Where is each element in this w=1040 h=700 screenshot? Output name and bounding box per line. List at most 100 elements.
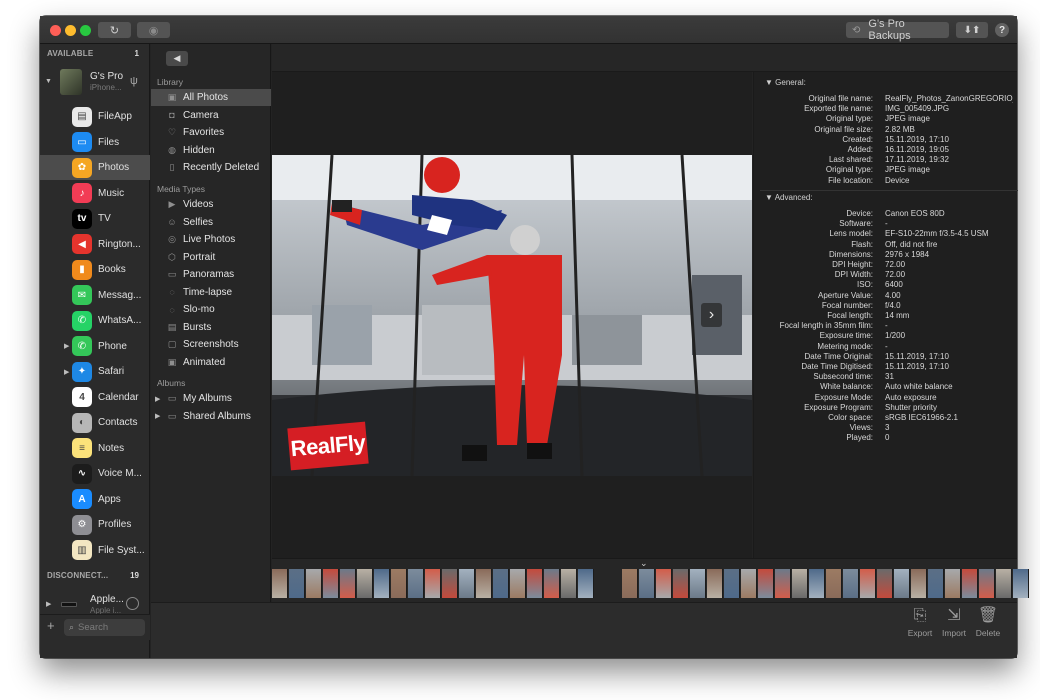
- history-icon[interactable]: [126, 597, 139, 610]
- delete-button[interactable]: 🗑 Delete: [972, 607, 1004, 643]
- disclosure-triangle-icon[interactable]: ▶: [64, 342, 69, 350]
- filmstrip-thumbnail[interactable]: [996, 569, 1012, 598]
- filmstrip-thumbnail[interactable]: [527, 569, 543, 598]
- sidebar-item-messag[interactable]: ✉ Messag...: [40, 283, 150, 308]
- minimize-window-button[interactable]: [65, 25, 76, 36]
- filmstrip-thumbnail[interactable]: [1013, 569, 1029, 598]
- filmstrip-thumbnail[interactable]: [323, 569, 339, 598]
- sidebar-item-music[interactable]: ♪ Music: [40, 181, 150, 206]
- sidebar-item-voice-m[interactable]: ∿ Voice M...: [40, 461, 150, 486]
- close-window-button[interactable]: [50, 25, 61, 36]
- library-item-videos[interactable]: ▶ Videos: [151, 196, 271, 213]
- filmstrip-thumbnail[interactable]: [809, 569, 825, 598]
- library-item-panoramas[interactable]: ▭ Panoramas: [151, 266, 271, 283]
- filmstrip-thumbnail[interactable]: [340, 569, 356, 598]
- library-item-screenshots[interactable]: ▢ Screenshots: [151, 336, 271, 353]
- filmstrip-thumbnail[interactable]: [724, 569, 740, 598]
- filmstrip-thumbnail[interactable]: [544, 569, 560, 598]
- disclosure-triangle-icon[interactable]: ▼: [45, 78, 52, 85]
- add-icon[interactable]: +: [47, 618, 55, 633]
- filmstrip-thumbnail[interactable]: [928, 569, 944, 598]
- filmstrip-thumbnail[interactable]: [622, 569, 638, 598]
- export-button[interactable]: ⎘ Export: [904, 607, 936, 643]
- filmstrip-thumbnail[interactable]: [578, 569, 594, 598]
- library-item-bursts[interactable]: ▤ Bursts: [151, 319, 271, 336]
- library-item-live-photos[interactable]: ◎ Live Photos: [151, 231, 271, 248]
- filmstrip-thumbnail[interactable]: [408, 569, 424, 598]
- refresh-button[interactable]: ↻: [98, 22, 131, 38]
- filmstrip-thumbnail[interactable]: [272, 569, 288, 598]
- sidebar-item-profiles[interactable]: ⚙ Profiles: [40, 512, 150, 537]
- preview-toggle-button[interactable]: ◉: [137, 22, 170, 38]
- sidebar-item-safari[interactable]: ▶ ✦ Safari: [40, 359, 150, 384]
- disclosure-triangle-icon[interactable]: ▶: [155, 395, 160, 403]
- maximize-window-button[interactable]: [80, 25, 91, 36]
- filmstrip-thumbnail[interactable]: [459, 569, 475, 598]
- filmstrip-thumbnail[interactable]: [289, 569, 305, 598]
- next-photo-button[interactable]: ›: [701, 303, 722, 327]
- backups-button[interactable]: ⟲ G's Pro Backups: [846, 18, 949, 42]
- library-item-animated[interactable]: ▣ Animated: [151, 354, 271, 371]
- filmstrip-thumbnail[interactable]: [843, 569, 859, 598]
- filmstrip-thumbnail[interactable]: [911, 569, 927, 598]
- sidebar-item-rington[interactable]: ◀ Rington...: [40, 232, 150, 257]
- filmstrip-thumbnail[interactable]: [758, 569, 774, 598]
- help-button[interactable]: ?: [995, 23, 1009, 37]
- filmstrip-thumbnail[interactable]: [425, 569, 441, 598]
- filmstrip-thumbnail[interactable]: [476, 569, 492, 598]
- library-item-time-lapse[interactable]: ◌ Time-lapse: [151, 284, 271, 301]
- sidebar-item-notes[interactable]: ≡ Notes: [40, 436, 150, 461]
- disclosure-triangle-icon[interactable]: ▶: [64, 368, 69, 376]
- sidebar-item-phone[interactable]: ▶ ✆ Phone: [40, 334, 150, 359]
- sidebar-item-file-syst[interactable]: ▥ File Syst...: [40, 538, 150, 563]
- filmstrip-thumbnail[interactable]: [860, 569, 876, 598]
- search-input[interactable]: [78, 622, 139, 633]
- library-item-hidden[interactable]: ◍ Hidden: [151, 142, 271, 159]
- advanced-heading[interactable]: ▼ Advanced:: [765, 193, 813, 202]
- filmstrip-thumbnail[interactable]: [391, 569, 407, 598]
- filmstrip-thumbnail[interactable]: [775, 569, 791, 598]
- import-button[interactable]: ⇲ Import: [938, 607, 970, 643]
- filmstrip-thumbnail[interactable]: [894, 569, 910, 598]
- library-item-portrait[interactable]: ⬡ Portrait: [151, 249, 271, 266]
- filmstrip-thumbnail[interactable]: [493, 569, 509, 598]
- filmstrip-thumbnail[interactable]: [979, 569, 995, 598]
- filmstrip-thumbnail[interactable]: [673, 569, 689, 598]
- filmstrip-thumbnail[interactable]: [945, 569, 961, 598]
- back-button[interactable]: ◀: [166, 51, 188, 66]
- search-box[interactable]: ⌕: [64, 619, 145, 636]
- library-item-my-albums[interactable]: ▶ ▭ My Albums: [151, 390, 271, 407]
- filmstrip-thumbnail[interactable]: [741, 569, 757, 598]
- filmstrip-thumbnail[interactable]: [690, 569, 706, 598]
- filmstrip-thumbnail[interactable]: [561, 569, 577, 598]
- library-item-favorites[interactable]: ♡ Favorites: [151, 124, 271, 141]
- sidebar-item-tv[interactable]: tv TV: [40, 206, 150, 231]
- transfer-button[interactable]: ⬇⬆: [956, 22, 988, 38]
- chevron-down-icon[interactable]: ⌄: [640, 558, 648, 569]
- filmstrip-thumbnail[interactable]: [792, 569, 808, 598]
- sidebar-item-contacts[interactable]: ◐ Contacts: [40, 410, 150, 435]
- device-item[interactable]: ▼ G's Pro iPhone... ψ: [40, 66, 150, 100]
- library-item-camera[interactable]: ◘ Camera: [151, 107, 271, 124]
- library-item-selfies[interactable]: ☺ Selfies: [151, 214, 271, 231]
- filmstrip-thumbnail[interactable]: [826, 569, 842, 598]
- disclosure-triangle-icon[interactable]: ▶: [46, 600, 51, 608]
- general-heading[interactable]: ▼ General:: [765, 78, 806, 87]
- filmstrip-thumbnail[interactable]: [442, 569, 458, 598]
- sidebar-item-fileapp[interactable]: ▤ FileApp: [40, 104, 150, 129]
- library-item-shared-albums[interactable]: ▶ ▭ Shared Albums: [151, 408, 271, 425]
- sidebar-item-photos[interactable]: ✿ Photos: [40, 155, 150, 180]
- sidebar-item-apps[interactable]: A Apps: [40, 487, 150, 512]
- filmstrip-thumbnail[interactable]: [306, 569, 322, 598]
- disclosure-triangle-icon[interactable]: ▶: [155, 412, 160, 420]
- sidebar-item-files[interactable]: ▭ Files: [40, 130, 150, 155]
- library-item-recently-deleted[interactable]: ▯ Recently Deleted: [151, 159, 271, 176]
- filmstrip-thumbnail[interactable]: [656, 569, 672, 598]
- filmstrip-thumbnail[interactable]: [357, 569, 373, 598]
- filmstrip-thumbnail[interactable]: [707, 569, 723, 598]
- library-item-slo-mo[interactable]: ◌ Slo-mo: [151, 301, 271, 318]
- sidebar-item-books[interactable]: ▮ Books: [40, 257, 150, 282]
- sidebar-item-whatsa[interactable]: ✆ WhatsA...: [40, 308, 150, 333]
- filmstrip-thumbnail[interactable]: [639, 569, 655, 598]
- filmstrip-thumbnail[interactable]: [374, 569, 390, 598]
